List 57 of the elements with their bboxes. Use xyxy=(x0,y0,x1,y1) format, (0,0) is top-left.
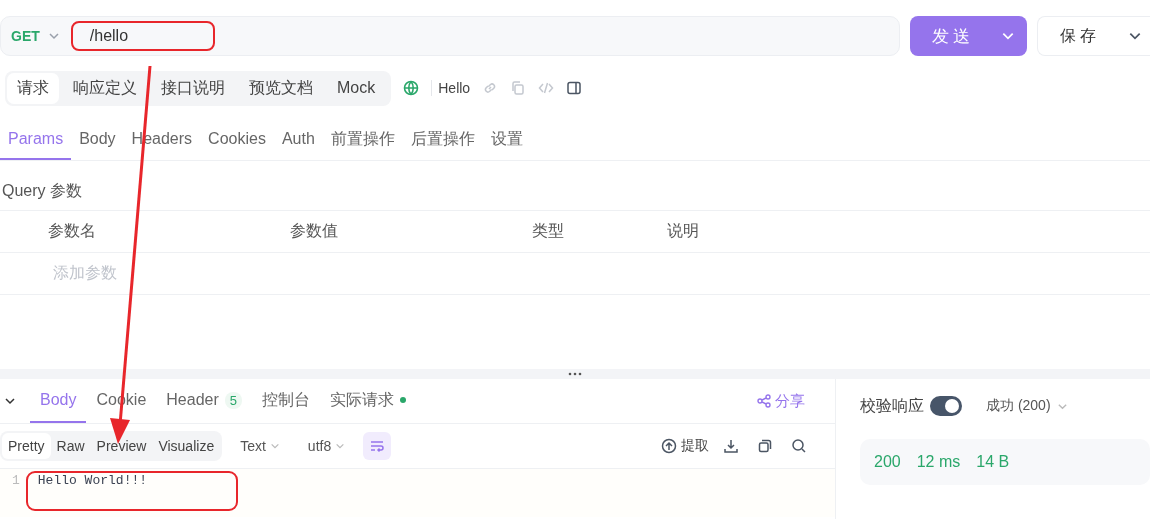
line-number: 1 xyxy=(12,473,20,490)
download-icon[interactable] xyxy=(723,438,739,454)
code-line: Hello World!!! xyxy=(37,473,148,490)
wrap-toggle[interactable] xyxy=(363,432,392,460)
doc-tab[interactable]: 响应定义 xyxy=(63,72,147,104)
send-button[interactable]: 发送 xyxy=(910,16,1027,56)
panel-icon[interactable] xyxy=(566,80,583,96)
response-stat: 12 ms xyxy=(916,453,961,471)
url-bar[interactable]: GET /hello xyxy=(0,16,900,56)
format-tab[interactable]: Visualize xyxy=(152,433,221,459)
doc-tab[interactable]: 请求 xyxy=(7,72,59,104)
collapse-icon xyxy=(4,395,16,407)
dropdown[interactable]: Text xyxy=(230,438,290,454)
count-badge: 5 xyxy=(224,391,242,409)
param-tab[interactable]: 设置 xyxy=(482,120,531,160)
globe-icon xyxy=(403,80,420,96)
doc-tab[interactable]: Mock xyxy=(327,72,386,104)
chevron-down-icon xyxy=(269,441,280,451)
param-tab[interactable]: 后置操作 xyxy=(402,120,483,160)
copy-icon[interactable] xyxy=(757,438,773,454)
share-button[interactable]: 分享 xyxy=(751,379,811,423)
url-field[interactable]: /hello xyxy=(67,19,896,53)
status-dropdown[interactable]: 成功 (200) xyxy=(980,396,1074,416)
response-tab[interactable]: 实际请求 xyxy=(320,379,416,423)
format-tab[interactable]: Pretty xyxy=(2,433,51,459)
param-tab[interactable]: Cookies xyxy=(200,120,274,160)
validate-label: 校验响应 xyxy=(860,395,924,416)
param-tab[interactable]: Body xyxy=(71,120,124,160)
chevron-down-icon xyxy=(335,441,346,451)
section-title: Query 参数 xyxy=(1,181,82,201)
column-header: 类型 xyxy=(532,222,564,239)
drag-handle-icon[interactable] xyxy=(568,372,582,376)
format-tab[interactable]: Raw xyxy=(50,433,91,459)
dropdown[interactable]: utf8 xyxy=(297,438,356,454)
format-tab[interactable]: Preview xyxy=(90,433,153,459)
param-tab[interactable]: Params xyxy=(0,120,72,160)
save-button[interactable]: 保存 xyxy=(1037,16,1150,56)
param-tab[interactable]: Auth xyxy=(273,120,323,160)
extract-button[interactable]: 提取 xyxy=(655,436,715,456)
column-header: 说明 xyxy=(667,222,699,239)
search-icon[interactable] xyxy=(791,438,807,454)
column-header: 参数值 xyxy=(290,222,338,239)
endpoint-name: Hello xyxy=(431,80,471,96)
response-stat: 14 B xyxy=(976,453,1010,471)
chevron-down-icon xyxy=(47,30,60,42)
share-icon xyxy=(757,394,771,408)
column-header: 参数名 xyxy=(48,222,96,239)
doc-tab[interactable]: 预览文档 xyxy=(239,72,323,104)
response-tab[interactable]: 控制台 xyxy=(252,379,320,423)
response-stat: 200 xyxy=(874,453,901,471)
response-tab[interactable]: Header 5 xyxy=(156,379,252,423)
param-tab[interactable]: 前置操作 xyxy=(322,120,403,160)
upload-circle-icon xyxy=(661,438,677,454)
doc-tab[interactable]: 接口说明 xyxy=(151,72,235,104)
wrap-icon xyxy=(369,438,386,454)
validate-toggle[interactable] xyxy=(930,396,962,416)
response-tab[interactable]: Body xyxy=(30,379,87,423)
